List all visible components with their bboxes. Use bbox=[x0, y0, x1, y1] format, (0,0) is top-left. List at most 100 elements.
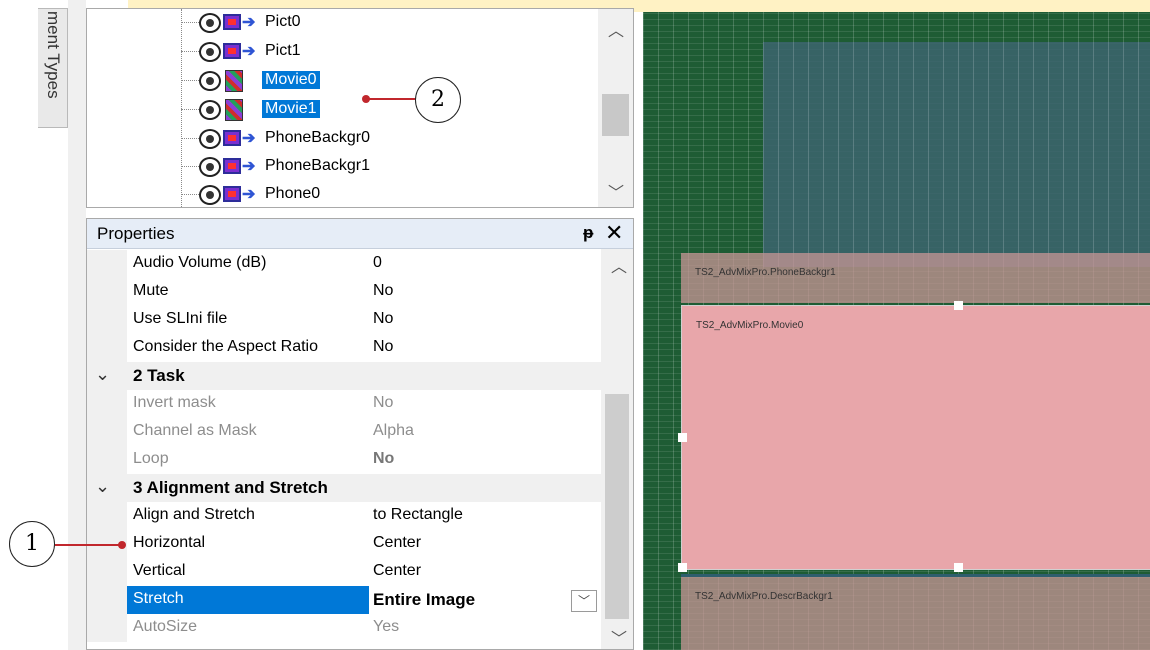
property-name: Loop bbox=[133, 450, 169, 467]
property-row[interactable]: Consider the Aspect Ratio No bbox=[87, 334, 601, 362]
tree-item-pict0[interactable]: ➔ Pict0 bbox=[87, 9, 607, 37]
layer-phone-backgr[interactable]: TS2_AdvMixPro.PhoneBackgr1 bbox=[681, 253, 1150, 303]
tree-item-movie0[interactable]: Movie0 bbox=[87, 67, 607, 95]
property-row[interactable]: Invert mask No bbox=[87, 390, 601, 418]
resize-handle[interactable] bbox=[678, 433, 687, 442]
tree-item-movie1[interactable]: Movie1 bbox=[87, 96, 607, 124]
dropdown-chevron-icon[interactable]: ﹀ bbox=[571, 590, 597, 612]
arrow-icon: ➔ bbox=[242, 43, 256, 60]
picture-icon bbox=[223, 130, 241, 146]
tree-item-label: Pict1 bbox=[265, 42, 301, 59]
property-row[interactable]: Audio Volume (dB) 0 bbox=[87, 250, 601, 278]
property-row[interactable]: AutoSize Yes bbox=[87, 614, 601, 642]
property-value: Alpha bbox=[373, 422, 414, 439]
tree-item-phonebackgr1[interactable]: ➔ PhoneBackgr1 bbox=[87, 153, 607, 181]
category-label: 3 Alignment and Stretch bbox=[133, 478, 328, 497]
chevron-down-icon[interactable]: ⌄ bbox=[95, 476, 110, 497]
element-types-tab-label: ment Types bbox=[44, 11, 63, 99]
visibility-eye-icon[interactable] bbox=[199, 129, 221, 149]
visibility-eye-icon[interactable] bbox=[199, 185, 221, 205]
property-value: No bbox=[373, 394, 394, 411]
arrow-icon: ➔ bbox=[242, 186, 256, 203]
layer-movie[interactable]: TS2_AdvMixPro.Movie0 bbox=[678, 301, 1150, 572]
visibility-eye-icon[interactable] bbox=[199, 71, 221, 91]
element-types-tab[interactable]: ment Types bbox=[38, 8, 68, 128]
property-row-selected[interactable]: Stretch Entire Image ﹀ bbox=[87, 586, 601, 614]
tree-scrollbar[interactable]: ︿ ﹀ bbox=[598, 9, 633, 207]
resize-handle[interactable] bbox=[954, 563, 963, 572]
property-name: Invert mask bbox=[133, 394, 216, 411]
tree-item-label: PhoneBackgr0 bbox=[265, 129, 370, 146]
callout-2-dot bbox=[362, 95, 370, 103]
property-name: Vertical bbox=[133, 562, 186, 579]
properties-header: Properties ᵽ ✕ bbox=[87, 219, 633, 249]
callout-2: 2 bbox=[415, 77, 461, 123]
callout-2-line bbox=[366, 98, 418, 100]
property-row[interactable]: Channel as Mask Alpha bbox=[87, 418, 601, 446]
tree-item-label: PhoneBackgr1 bbox=[265, 157, 370, 174]
property-value: No bbox=[373, 450, 395, 467]
tree-item-pict1[interactable]: ➔ Pict1 bbox=[87, 38, 607, 66]
picture-icon bbox=[223, 14, 241, 30]
property-row[interactable]: Vertical Center bbox=[87, 558, 601, 586]
layer-label: TS2_AdvMixPro.Movie0 bbox=[696, 320, 804, 331]
property-value[interactable]: 0 bbox=[373, 254, 382, 272]
layer-descr-backgr[interactable]: TS2_AdvMixPro.DescrBackgr1 bbox=[681, 574, 1150, 650]
scroll-down-icon[interactable]: ﹀ bbox=[608, 179, 624, 203]
property-name: Audio Volume (dB) bbox=[133, 254, 267, 271]
resize-handle[interactable] bbox=[678, 563, 687, 572]
visibility-eye-icon[interactable] bbox=[199, 42, 221, 62]
property-name: Use SLIni file bbox=[133, 310, 228, 327]
preview-canvas[interactable]: TS2_AdvMixPro.PhoneBackgr1 TS2_AdvMixPro… bbox=[643, 12, 1150, 650]
top-banner-right bbox=[643, 0, 1150, 12]
callout-1-line bbox=[55, 544, 122, 546]
layer-label: TS2_AdvMixPro.PhoneBackgr1 bbox=[695, 267, 836, 278]
property-row[interactable]: Mute No bbox=[87, 278, 601, 306]
scroll-down-icon[interactable]: ﹀ bbox=[611, 625, 627, 649]
property-value[interactable]: Center bbox=[373, 534, 421, 552]
property-row[interactable]: Align and Stretch to Rectangle bbox=[87, 502, 601, 530]
movie-icon bbox=[225, 99, 243, 121]
tree-item-phone0[interactable]: ➔ Phone0 bbox=[87, 181, 607, 207]
callout-1: 1 bbox=[9, 521, 55, 567]
property-value[interactable]: to Rectangle bbox=[373, 506, 463, 524]
properties-panel: Properties ᵽ ✕ Audio Volume (dB) 0 Mute … bbox=[86, 218, 634, 650]
canvas-region bbox=[763, 42, 1150, 267]
element-tree[interactable]: ➔ Pict0 ➔ Pict1 Movie0 Movie1 ➔ PhoneBac… bbox=[86, 8, 634, 208]
picture-icon bbox=[223, 158, 241, 174]
property-name: Channel as Mask bbox=[133, 422, 257, 439]
category-alignment[interactable]: ⌄ 3 Alignment and Stretch bbox=[87, 474, 601, 502]
scroll-up-icon[interactable]: ︿ bbox=[611, 253, 627, 277]
property-value[interactable]: No bbox=[373, 310, 393, 328]
property-row[interactable]: Horizontal Center bbox=[87, 530, 601, 558]
property-value[interactable]: Entire Image bbox=[373, 590, 475, 610]
property-value[interactable]: Center bbox=[373, 562, 421, 580]
property-value[interactable]: No bbox=[373, 282, 393, 300]
chevron-down-icon[interactable]: ⌄ bbox=[95, 364, 110, 385]
close-icon[interactable]: ✕ bbox=[605, 220, 623, 246]
tree-item-phonebackgr0[interactable]: ➔ PhoneBackgr0 bbox=[87, 125, 607, 153]
property-value[interactable]: No bbox=[373, 338, 393, 356]
property-row[interactable]: Loop No bbox=[87, 446, 601, 474]
scroll-thumb[interactable] bbox=[602, 94, 629, 136]
scroll-up-icon[interactable]: ︿ bbox=[608, 17, 624, 41]
property-name: Consider the Aspect Ratio bbox=[133, 338, 318, 355]
property-name: Stretch bbox=[133, 590, 184, 607]
visibility-eye-icon[interactable] bbox=[199, 157, 221, 177]
callout-1-dot bbox=[118, 541, 126, 549]
category-task[interactable]: ⌄ 2 Task bbox=[87, 362, 601, 390]
tree-item-label: Pict0 bbox=[265, 13, 301, 30]
properties-scrollbar[interactable]: ︿ ﹀ bbox=[601, 249, 633, 649]
arrow-icon: ➔ bbox=[242, 130, 256, 147]
layer-label: TS2_AdvMixPro.DescrBackgr1 bbox=[695, 591, 833, 602]
property-row[interactable]: Use SLIni file No bbox=[87, 306, 601, 334]
scroll-thumb[interactable] bbox=[605, 394, 629, 619]
property-name: Align and Stretch bbox=[133, 506, 255, 523]
visibility-eye-icon[interactable] bbox=[199, 13, 221, 33]
properties-title: Properties bbox=[97, 224, 175, 243]
resize-handle[interactable] bbox=[954, 301, 963, 310]
movie-icon bbox=[225, 70, 243, 92]
side-strip bbox=[68, 0, 86, 650]
pin-icon[interactable]: ᵽ bbox=[583, 223, 593, 243]
visibility-eye-icon[interactable] bbox=[199, 100, 221, 120]
